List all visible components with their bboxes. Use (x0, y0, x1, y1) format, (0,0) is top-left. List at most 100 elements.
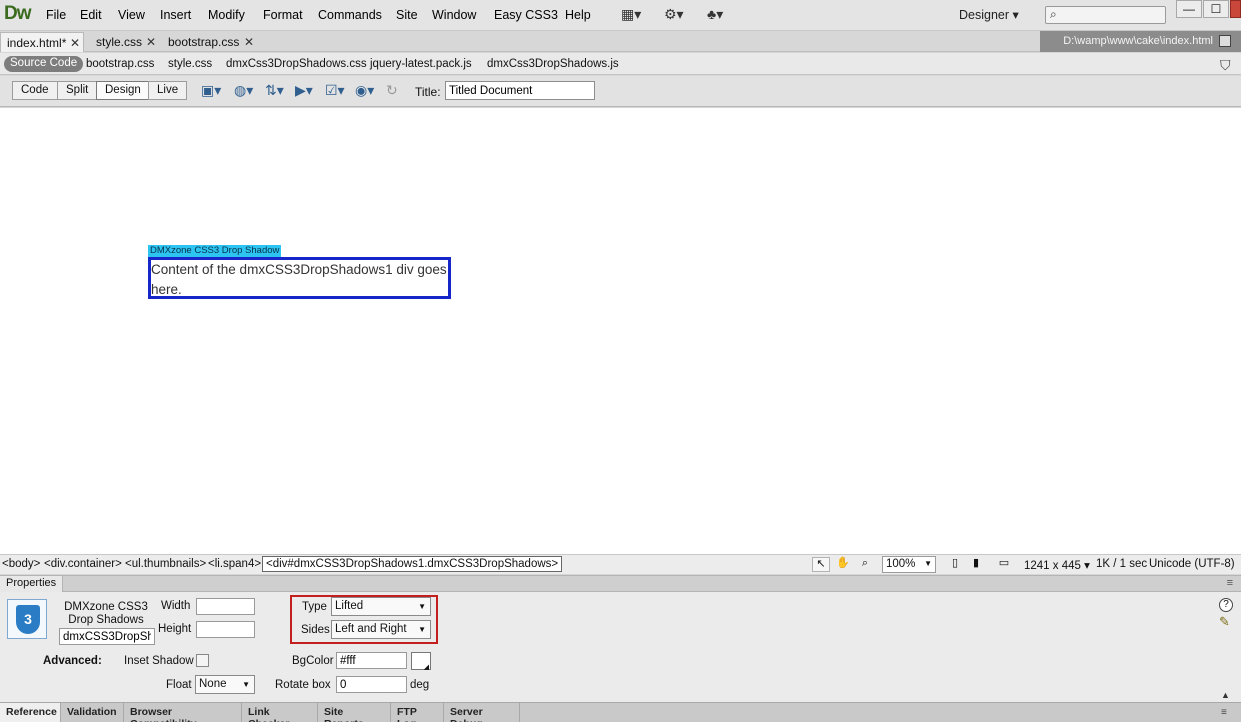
float-value: None (199, 678, 227, 690)
restore-icon[interactable] (1219, 35, 1231, 47)
dropdown-arrow-icon: ▼ (242, 680, 250, 689)
gear-icon[interactable]: ⚙▾ (664, 6, 684, 24)
desktop-size-icon[interactable]: ▭ (993, 557, 1015, 572)
maximize-button[interactable]: ☐ (1203, 0, 1229, 18)
rotate-unit: deg (410, 679, 430, 691)
drop-shadow-div[interactable]: Content of the dmxCSS3DropShadows1 div g… (148, 257, 451, 299)
chevron-down-icon: ◢ (423, 664, 429, 671)
help-icon[interactable]: ? (1219, 598, 1233, 612)
properties-tab[interactable]: Properties (0, 576, 64, 592)
tab-validation[interactable]: Validation (61, 703, 124, 722)
chevron-down-icon: ▼ (924, 559, 932, 568)
tab-site-reports[interactable]: Site Reports (318, 703, 391, 722)
tab-link-checker[interactable]: Link Checker (242, 703, 318, 722)
check-page-icon[interactable]: ▶▾ (295, 82, 313, 99)
source-code-button[interactable]: Source Code (4, 56, 84, 72)
design-canvas[interactable]: DMXzone CSS3 Drop Shadow Content of the … (0, 108, 1241, 554)
split-view-button[interactable]: Split (57, 81, 98, 100)
close-window-button[interactable] (1230, 0, 1241, 18)
rotate-box-input[interactable] (336, 676, 407, 693)
live-view-button[interactable]: Live (148, 81, 188, 100)
preview-globe-icon[interactable]: ◍▾ (234, 82, 253, 99)
status-bar: <body> <div.container> <ul.thumbnails> <… (0, 554, 1241, 574)
zoom-select[interactable]: 100% ▼ (882, 556, 936, 573)
related-file[interactable]: dmxCss3DropShadows.css (226, 58, 367, 70)
title-input[interactable] (445, 81, 595, 100)
advanced-label: Advanced: (43, 655, 102, 667)
visual-aids-icon[interactable]: ◉▾ (355, 82, 374, 99)
minimize-button[interactable]: — (1176, 0, 1202, 18)
filter-icon[interactable]: ⛉ (1220, 57, 1231, 74)
css3-icon: 3 (7, 599, 47, 639)
tab-server-debug[interactable]: Server Debug (444, 703, 520, 722)
related-file[interactable]: dmxCss3DropShadows.js (487, 58, 619, 70)
inset-shadow-checkbox[interactable] (196, 654, 209, 667)
tab-label: style.css (96, 35, 143, 49)
component-name: DMXzone CSS3 Drop Shadows (64, 601, 148, 626)
height-input[interactable] (196, 621, 255, 638)
multiscreen-icon[interactable]: ▣▾ (201, 82, 221, 99)
tab-index-html[interactable]: index.html* ✕ (0, 32, 84, 52)
window-size[interactable]: 1241 x 445 ▾ (1024, 558, 1090, 572)
breadcrumb-active[interactable]: <div#dmxCSS3DropShadows1.dmxCSS3DropShad… (262, 556, 563, 572)
menu-help[interactable]: Help (565, 8, 591, 22)
collapse-icon[interactable]: ▲ (1221, 690, 1230, 700)
tab-label: bootstrap.css (168, 35, 240, 49)
panel-menu-icon[interactable]: ≡ (1227, 577, 1233, 589)
edit-pencil-icon[interactable]: ✎ (1219, 614, 1230, 630)
breadcrumb-tag[interactable]: <body> (2, 558, 40, 570)
menu-window[interactable]: Window (432, 8, 476, 22)
search-input[interactable]: ⌕ (1045, 6, 1166, 24)
component-id-input[interactable] (59, 628, 155, 645)
menu-edit[interactable]: Edit (80, 8, 102, 22)
menu-site[interactable]: Site (396, 8, 418, 22)
element-tag-label[interactable]: DMXzone CSS3 Drop Shadow (148, 245, 282, 257)
select-tool-icon[interactable]: ↖ (812, 557, 830, 572)
search-icon: ⌕ (1050, 7, 1057, 21)
bgcolor-input[interactable] (336, 652, 407, 669)
breadcrumb-tag[interactable]: <li.span4> (208, 558, 261, 570)
validate-icon[interactable]: ☑▾ (325, 82, 345, 99)
tab-reference[interactable]: Reference (0, 703, 61, 722)
related-file[interactable]: bootstrap.css (86, 58, 154, 70)
tab-browser-compatibility[interactable]: Browser Compatibility (124, 703, 242, 722)
tab-bootstrap-css[interactable]: bootstrap.css ✕ (162, 32, 258, 52)
layout-icon[interactable]: ▦▾ (621, 6, 641, 24)
width-input[interactable] (196, 598, 255, 615)
zoom-value: 100% (886, 558, 916, 570)
mobile-size-icon[interactable]: ▯ (946, 557, 964, 572)
float-select[interactable]: None ▼ (195, 675, 255, 694)
close-icon[interactable]: ✕ (70, 36, 80, 50)
tablet-size-icon[interactable]: ▮ (967, 557, 985, 572)
related-files-bar: Source Code bootstrap.css style.css dmxC… (0, 53, 1241, 75)
code-view-button[interactable]: Code (12, 81, 58, 100)
file-transfer-icon[interactable]: ⇅▾ (265, 82, 284, 99)
menu-commands[interactable]: Commands (318, 8, 382, 22)
menu-modify[interactable]: Modify (208, 8, 245, 22)
download-time: 1K / 1 sec (1096, 558, 1148, 570)
menu-file[interactable]: File (46, 8, 66, 22)
related-file[interactable]: jquery-latest.pack.js (370, 58, 472, 70)
tab-ftp-log[interactable]: FTP Log (391, 703, 444, 722)
close-icon[interactable]: ✕ (244, 35, 254, 49)
tab-label: index.html* (7, 36, 67, 50)
hand-tool-icon[interactable]: ✋ (834, 557, 852, 572)
height-label: Height (158, 623, 192, 635)
related-file[interactable]: style.css (168, 58, 212, 70)
design-view-button[interactable]: Design (96, 81, 150, 100)
panel-menu-icon[interactable]: ≡ (1221, 707, 1227, 718)
breadcrumb-tag[interactable]: <ul.thumbnails> (125, 558, 206, 570)
close-icon[interactable]: ✕ (146, 35, 156, 49)
document-toolbar: Code Split Design Live ▣▾ ◍▾ ⇅▾ ▶▾ ☑▾ ◉▾… (0, 76, 1241, 107)
workspace-switcher[interactable]: Designer ▾ (959, 7, 1019, 22)
refresh-icon[interactable]: ↻ (386, 82, 398, 99)
color-swatch[interactable]: ◢ (411, 652, 431, 671)
site-map-icon[interactable]: ♣▾ (707, 6, 723, 24)
zoom-tool-icon[interactable]: ⌕ (856, 557, 874, 572)
tab-style-css[interactable]: style.css ✕ (90, 32, 158, 52)
menu-view[interactable]: View (118, 8, 145, 22)
breadcrumb-tag[interactable]: <div.container> (44, 558, 122, 570)
menu-insert[interactable]: Insert (160, 8, 191, 22)
menu-format[interactable]: Format (263, 8, 303, 22)
menu-easy-css3[interactable]: Easy CSS3 (494, 8, 558, 22)
